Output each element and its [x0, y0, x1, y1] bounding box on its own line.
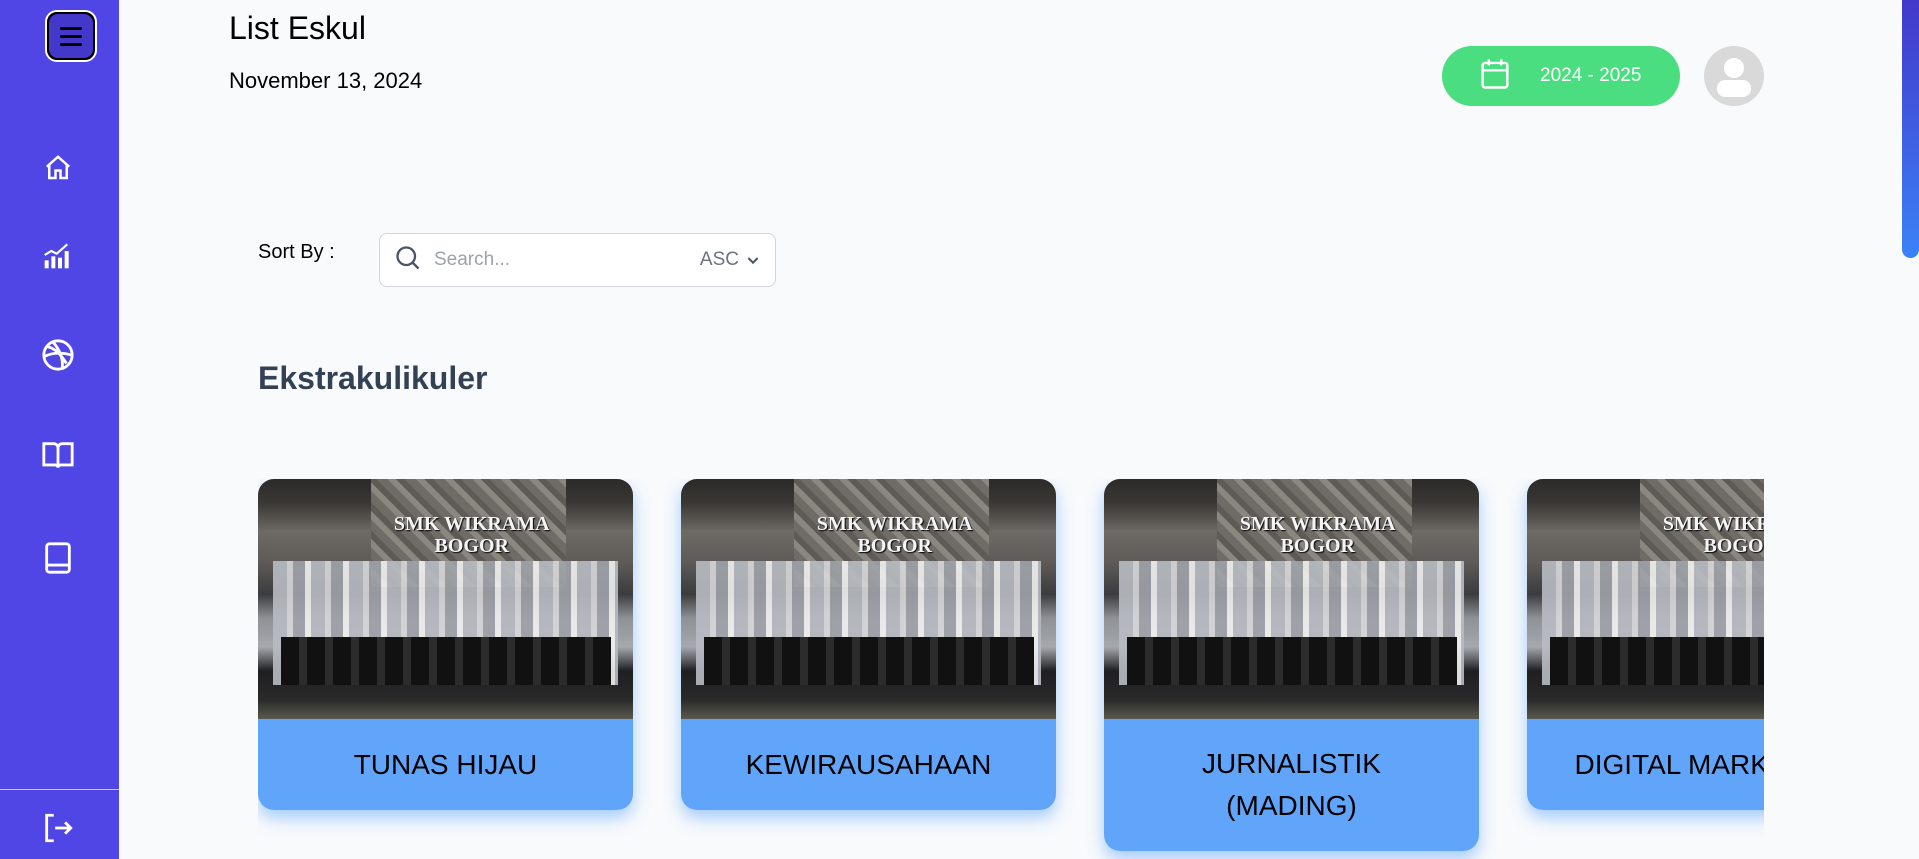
eskul-card[interactable]: SMK WIKRAMABOGOR DIGITAL MARKETING	[1527, 479, 1764, 810]
current-date: November 13, 2024	[229, 68, 423, 93]
eskul-photo: SMK WIKRAMABOGOR	[258, 479, 633, 719]
book-icon[interactable]	[40, 540, 76, 576]
eskul-card-list: SMK WIKRAMA BOGOR TUNAS HIJAU SMK WIKRAMA…	[258, 479, 1764, 859]
eskul-name: JURNALISTIK (MADING)	[1104, 719, 1479, 851]
calendar-icon	[1480, 58, 1510, 95]
sort-order-dropdown[interactable]: ASC	[700, 249, 761, 271]
chevron-down-icon	[747, 257, 759, 265]
open-book-icon[interactable]	[40, 437, 76, 473]
eskul-photo: SMK WIKRAMABOGOR	[1104, 479, 1479, 719]
user-icon	[1717, 58, 1751, 97]
search-input[interactable]	[434, 249, 700, 271]
eskul-name: DIGITAL MARKETING	[1527, 719, 1764, 810]
chart-icon[interactable]	[40, 237, 76, 273]
user-avatar[interactable]	[1704, 46, 1764, 106]
eskul-photo: SMK WIKRAMABOGOR	[1527, 479, 1764, 719]
section-heading: Ekstrakulikuler	[258, 360, 488, 396]
sort-order-value: ASC	[699, 249, 739, 270]
eskul-card[interactable]: SMK WIKRAMA BOGOR JURNALISTIK (MADING)	[1104, 479, 1479, 851]
school-year-button[interactable]: 2024 - 2025	[1442, 46, 1680, 106]
eskul-name: KEWIRAUSAHAAN	[681, 719, 1056, 810]
eskul-name: TUNAS HIJAU	[258, 719, 633, 810]
search-icon	[394, 244, 422, 277]
eskul-photo: SMK WIKRAMABOGOR	[681, 479, 1056, 719]
page-title: List Eskul	[229, 10, 366, 46]
basketball-icon[interactable]	[40, 337, 76, 373]
home-icon[interactable]	[40, 150, 76, 186]
scrollbar[interactable]	[1902, 0, 1919, 258]
menu-toggle-button[interactable]	[45, 10, 97, 62]
school-year-label: 2024 - 2025	[1540, 65, 1642, 86]
sort-by-label: Sort By :	[258, 241, 335, 263]
hamburger-icon	[49, 14, 93, 58]
sidebar	[0, 0, 119, 859]
eskul-card[interactable]: SMK WIKRAMA BOGOR KEWIRAUSAHAAN	[681, 479, 1056, 810]
sidebar-divider	[0, 789, 119, 790]
eskul-card[interactable]: SMK WIKRAMA BOGOR TUNAS HIJAU	[258, 479, 633, 810]
search-box: ASC	[379, 233, 776, 287]
logout-icon[interactable]	[40, 810, 76, 846]
